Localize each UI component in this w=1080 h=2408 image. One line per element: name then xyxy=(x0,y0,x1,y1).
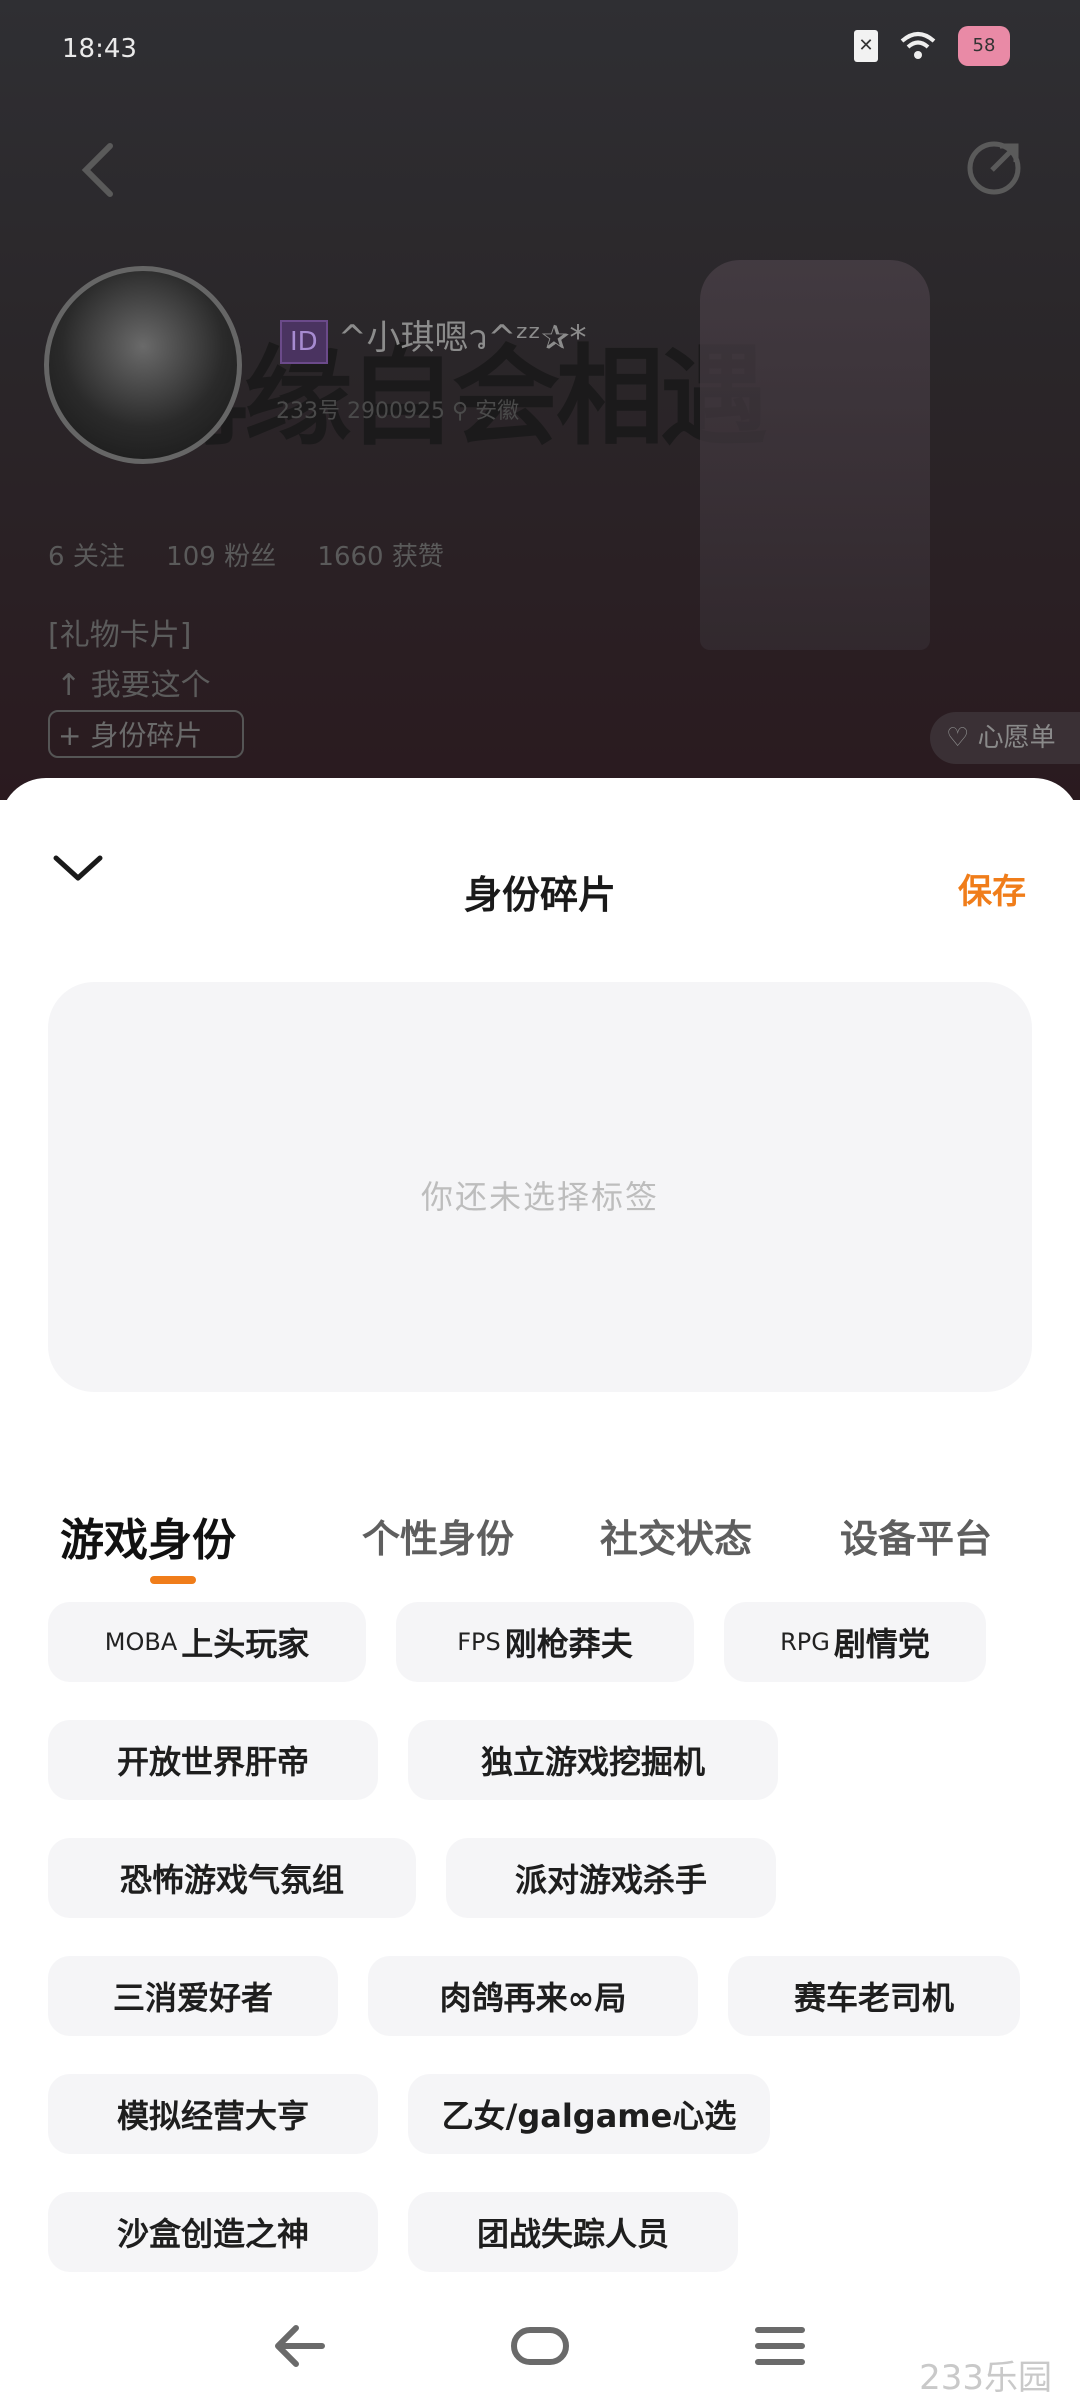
user-id-value: 233号 2900925 xyxy=(276,399,445,424)
tag-label: 剧情党 xyxy=(833,1625,930,1663)
nav-menu-icon[interactable] xyxy=(740,2306,820,2386)
tag-chip[interactable]: 开放世界肝帝 xyxy=(48,1720,378,1800)
profile-stats: 6 关注 109 粉丝 1660 获赞 xyxy=(48,536,444,573)
active-tab-indicator xyxy=(150,1576,196,1584)
battery-icon: 58 xyxy=(958,26,1010,66)
user-location: 安徽 xyxy=(475,399,520,424)
tag-chip[interactable]: 三消爱好者 xyxy=(48,1956,338,2036)
profile-background: 18:43 ✕ 58 再缘自会相遇 ID ^小琪嗯ว^ᶻᶻ✰* 233号 290… xyxy=(0,0,1080,800)
tag-chip[interactable]: 赛车老司机 xyxy=(728,1956,1020,2036)
sim-icon: ✕ xyxy=(854,30,878,62)
avatar[interactable] xyxy=(44,266,242,464)
tag-label: 恐怖游戏气氛组 xyxy=(119,1861,344,1899)
empty-state-text: 你还未选择标签 xyxy=(420,1178,659,1216)
nav-home-icon[interactable] xyxy=(500,2306,580,2386)
tag-label: 三消爱好者 xyxy=(112,1979,273,2017)
tag-label: 模拟经营大亨 xyxy=(116,2097,309,2135)
category-tabs: 游戏身份 个性身份 社交状态 设备平台 xyxy=(0,1504,1080,1566)
wishlist-button[interactable]: ♡ 心愿单 xyxy=(930,712,1080,764)
sheet-title: 身份碎片 xyxy=(463,873,616,917)
tag-label: 派对游戏杀手 xyxy=(514,1861,707,1899)
stat-followers[interactable]: 109 粉丝 xyxy=(166,542,276,572)
want-this-label: ↑ 我要这个 xyxy=(56,668,211,703)
tag-label: 赛车老司机 xyxy=(793,1979,954,2017)
stat-following[interactable]: 6 关注 xyxy=(48,542,125,572)
identity-fragment-button[interactable]: + 身份碎片 xyxy=(48,710,244,758)
id-badge: ID xyxy=(280,320,328,364)
tag-prefix: MOBA xyxy=(104,1628,178,1656)
tag-chip[interactable]: 独立游戏挖掘机 xyxy=(408,1720,778,1800)
tag-prefix: RPG xyxy=(780,1628,830,1656)
stat-likes[interactable]: 1660 获赞 xyxy=(317,542,443,572)
back-arrow-icon[interactable] xyxy=(78,140,118,200)
watermark-logo: 233乐园 xyxy=(919,2358,1052,2398)
wifi-icon xyxy=(900,32,936,59)
tag-chip[interactable]: RPG 剧情党 xyxy=(724,1602,986,1682)
heart-icon: ♡ xyxy=(946,723,978,753)
tag-label: 上头玩家 xyxy=(181,1625,310,1663)
tag-chip[interactable]: 恐怖游戏气氛组 xyxy=(48,1838,416,1918)
tab-game-identity[interactable]: 游戏身份 xyxy=(60,1504,236,1568)
user-id: 233号 2900925 ⚲ 安徽 xyxy=(276,393,519,425)
tag-label: 肉鸽再来∞局 xyxy=(439,1979,627,2017)
tag-label: 团战失踪人员 xyxy=(476,2215,669,2253)
tag-chip[interactable]: MOBA 上头玩家 xyxy=(48,1602,366,1682)
nickname: ^小琪嗯ว^ᶻᶻ✰* xyxy=(338,318,587,358)
system-nav-bar xyxy=(0,2288,1080,2408)
status-bar: 18:43 ✕ 58 xyxy=(0,0,1080,96)
share-icon[interactable] xyxy=(964,134,1028,198)
location-pin-icon: ⚲ xyxy=(451,399,476,424)
character-figure xyxy=(700,260,930,650)
tab-personality-identity[interactable]: 个性身份 xyxy=(362,1508,514,1563)
tab-social-status[interactable]: 社交状态 xyxy=(600,1508,752,1563)
status-icons: ✕ 58 xyxy=(854,26,1010,66)
save-button[interactable]: 保存 xyxy=(958,864,1026,913)
tag-prefix: FPS xyxy=(457,1628,501,1656)
status-time: 18:43 xyxy=(62,34,137,64)
tag-chip[interactable]: 乙女/galgame心选 xyxy=(408,2074,770,2154)
tag-chip[interactable]: 沙盒创造之神 xyxy=(48,2192,378,2272)
tag-label: 乙女/galgame心选 xyxy=(441,2097,737,2135)
tag-label: 开放世界肝帝 xyxy=(116,1743,309,1781)
selected-tags-area: 你还未选择标签 xyxy=(48,982,1032,1392)
tag-chip[interactable]: 肉鸽再来∞局 xyxy=(368,1956,698,2036)
tab-device-platform[interactable]: 设备平台 xyxy=(840,1508,992,1563)
tag-label: 沙盒创造之神 xyxy=(116,2215,309,2253)
tag-chip[interactable]: 团战失踪人员 xyxy=(408,2192,738,2272)
tag-label: 刚枪莽夫 xyxy=(504,1625,633,1663)
identity-fragment-sheet: 身份碎片 保存 你还未选择标签 游戏身份 个性身份 社交状态 设备平台 MOBA… xyxy=(0,778,1080,2408)
nav-back-icon[interactable] xyxy=(262,2306,342,2386)
tag-chip[interactable]: FPS 刚枪莽夫 xyxy=(396,1602,694,1682)
gift-card-label[interactable]: [礼物卡片] xyxy=(48,610,191,654)
tag-chip[interactable]: 派对游戏杀手 xyxy=(446,1838,776,1918)
tag-chip[interactable]: 模拟经营大亨 xyxy=(48,2074,378,2154)
tag-label: 独立游戏挖掘机 xyxy=(480,1743,705,1781)
